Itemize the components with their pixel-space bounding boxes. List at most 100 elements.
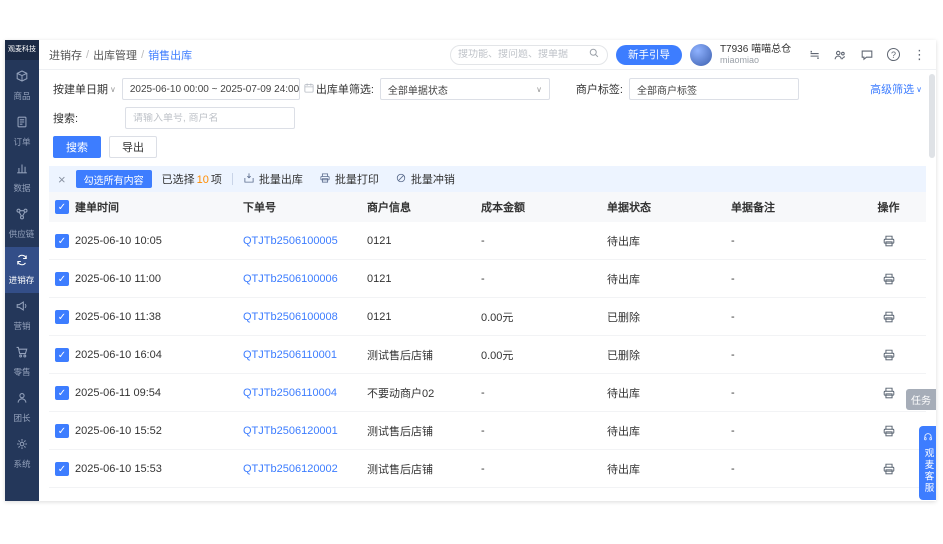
cell-merchant: 不要动商户02 [367,385,481,401]
row-checkbox[interactable]: ✓ [55,348,69,362]
chevron-down-icon: ∨ [536,85,542,94]
batch-writeoff-button[interactable]: 批量冲销 [395,171,455,187]
order-link[interactable]: QTJTb2506110001 [243,349,337,361]
cell-status: 已删除 [607,309,731,325]
search-icon[interactable] [588,47,600,62]
batch-outbound-button[interactable]: 批量出库 [243,171,303,187]
sidebar-item-supply-chain[interactable]: 供应链 [5,201,39,247]
cell-remark: - [731,463,851,475]
row-checkbox[interactable]: ✓ [55,272,69,286]
merchant-tag-field [629,78,799,100]
row-checkbox[interactable]: ✓ [55,386,69,400]
row-checkbox[interactable]: ✓ [55,234,69,248]
table-row: ✓ 2025-06-10 11:00 QTJTb2506100006 0121 … [49,260,926,298]
customer-service-tab[interactable]: 观麦客服 [919,426,936,500]
help-icon[interactable]: ? [887,48,900,61]
chevron-down-icon: ∨ [916,85,922,94]
close-icon[interactable]: × [58,173,66,186]
column-header-operation: 操作 [851,199,926,215]
topbar: 进销存 / 出库管理 / 销售出库 新手引导 T7936 喵喵总仓 miaomi… [39,40,936,70]
keyword-search-input[interactable] [133,113,287,124]
order-status-select[interactable]: 全部单据状态 ∨ [380,78,550,100]
selected-count: 10 [195,174,211,186]
cell-remark: - [731,425,851,437]
divider [232,173,233,185]
avatar[interactable] [690,44,712,66]
date-type-dropdown[interactable]: 按建单日期 ∨ [53,81,116,97]
global-search-input[interactable] [458,49,584,60]
print-icon[interactable] [882,462,896,476]
order-link[interactable]: QTJTb2506100005 [243,235,338,247]
sidebar-item-system[interactable]: 系统 [5,431,39,477]
sidebar-item-label: 团长 [13,411,30,423]
chevron-down-icon: ∨ [110,85,116,94]
order-filter-label: 出库单筛选: [316,81,374,97]
sidebar-item-marketing[interactable]: 营销 [5,293,39,339]
user-info[interactable]: T7936 喵喵总仓 miaomiao [720,44,791,66]
breadcrumb-separator: / [141,49,144,61]
order-link[interactable]: QTJTb2506100008 [243,311,338,323]
row-checkbox[interactable]: ✓ [55,462,69,476]
cell-merchant: 0121 [367,235,481,247]
contacts-icon[interactable] [833,48,847,62]
advanced-filter-link[interactable]: 高级筛选 ∨ [870,81,922,97]
batch-writeoff-label: 批量冲销 [411,171,455,187]
date-range-value: 2025-06-10 00:00 ~ 2025-07-09 24:00 [130,84,299,95]
sidebar-item-retail[interactable]: 零售 [5,339,39,385]
table-row: ✓ 2025-06-10 15:53 QTJTb2506120002 测试售后店… [49,450,926,488]
merchant-tag-label: 商户标签: [576,81,623,97]
print-icon[interactable] [882,424,896,438]
selected-suffix: 项 [211,174,222,186]
table-row: ✓ 2025-06-10 16:04 QTJTb2506110001 测试售后店… [49,336,926,374]
cell-merchant: 测试售后店铺 [367,461,481,477]
date-range-picker[interactable]: 2025-06-10 00:00 ~ 2025-07-09 24:00 [122,78,300,100]
breadcrumb-item[interactable]: 出库管理 [93,47,137,63]
order-link[interactable]: QTJTb2506110004 [243,387,337,399]
sidebar-item-label: 营销 [13,319,30,331]
sidebar-nav: 商品 订单 数据 供应链 进销存 营销 [5,60,39,477]
sidebar-item-inventory[interactable]: 进销存 [5,247,39,293]
cell-merchant: 0121 [367,311,481,323]
row-checkbox[interactable]: ✓ [55,310,69,324]
beginner-guide-button[interactable]: 新手引导 [616,45,682,65]
more-icon[interactable]: ⋮ [913,48,926,61]
select-all-pages-button[interactable]: 勾选所有内容 [76,170,152,188]
filter-row-1: 按建单日期 ∨ 2025-06-10 00:00 ~ 2025-07-09 24… [53,78,922,100]
sidebar-item-leader[interactable]: 团长 [5,385,39,431]
sidebar-item-data[interactable]: 数据 [5,155,39,201]
scrollbar[interactable] [929,74,935,158]
print-icon[interactable] [882,272,896,286]
merchant-tag-input[interactable] [637,84,791,95]
task-tab[interactable]: 任务 [906,389,936,410]
print-icon[interactable] [882,310,896,324]
column-header-remark: 单据备注 [731,199,851,215]
export-button[interactable]: 导出 [109,136,157,158]
cell-cost: - [481,235,607,247]
batch-print-button[interactable]: 批量打印 [319,171,379,187]
cell-cost: 0.00元 [481,347,607,363]
message-icon[interactable] [860,48,874,62]
row-checkbox[interactable]: ✓ [55,424,69,438]
print-icon[interactable] [882,234,896,248]
headset-icon [923,432,933,445]
cell-status: 待出库 [607,385,731,401]
breadcrumb-item[interactable]: 进销存 [49,47,82,63]
cell-remark: - [731,235,851,247]
order-link[interactable]: QTJTb2506120002 [243,463,338,475]
order-link[interactable]: QTJTb2506120001 [243,425,338,437]
cell-remark: - [731,349,851,361]
sync-icon[interactable]: ≒ [809,48,820,61]
search-button[interactable]: 搜索 [53,136,101,158]
select-all-checkbox[interactable]: ✓ [55,200,69,214]
cell-merchant: 测试售后店铺 [367,423,481,439]
order-icon [15,115,29,132]
sidebar-item-orders[interactable]: 订单 [5,109,39,155]
cell-merchant: 测试售后店铺 [367,347,481,363]
advanced-filter-label: 高级筛选 [870,81,914,97]
sidebar-item-goods[interactable]: 商品 [5,63,39,109]
batch-action-bar: × 勾选所有内容 已选择10项 批量出库 批量打印 批量冲销 [49,166,926,192]
order-link[interactable]: QTJTb2506100006 [243,273,338,285]
print-icon[interactable] [882,386,896,400]
print-icon[interactable] [882,348,896,362]
cell-time: 2025-06-10 11:00 [75,273,243,285]
